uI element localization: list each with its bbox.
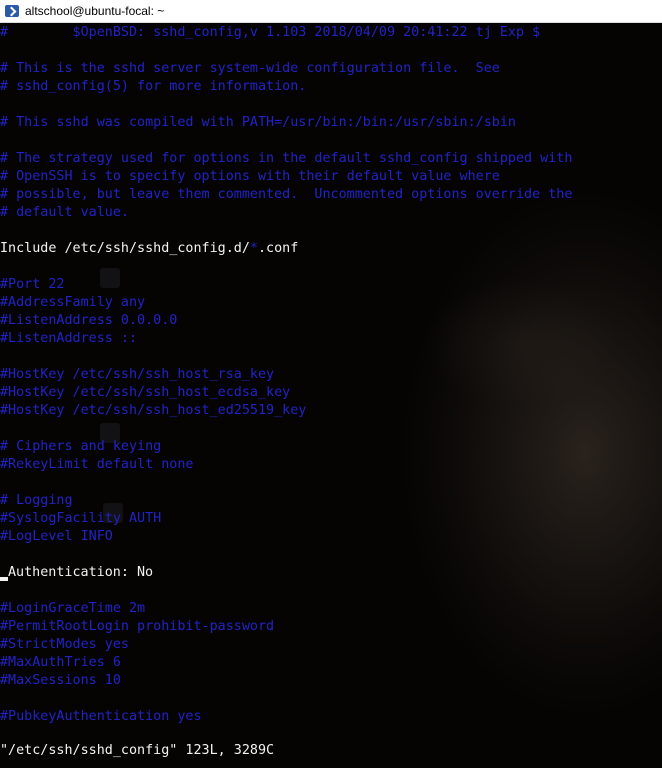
editor-line: #LoginGraceTime 2m xyxy=(0,601,146,616)
editor-line: #MaxSessions 10 xyxy=(0,673,121,688)
desktop-icon-ghost xyxy=(100,268,120,288)
status-line: "/etc/ssh/sshd_config" 123L, 3289C xyxy=(0,743,275,758)
window-title: altschool@ubuntu-focal: ~ xyxy=(25,4,165,18)
editor-line: #HostKey /etc/ssh/ssh_host_ed25519_key xyxy=(0,403,307,418)
editor-line: #SyslogFacility AUTH xyxy=(0,511,162,526)
editor-line: #MaxAuthTries 6 xyxy=(0,655,121,670)
text-cursor xyxy=(0,577,8,581)
editor-line: Authentication: No xyxy=(0,564,153,582)
editor-line: #LogLevel INFO xyxy=(0,529,113,544)
editor-line: # Logging xyxy=(0,493,73,508)
editor-line: # default value. xyxy=(0,205,129,220)
editor-line: # $OpenBSD: sshd_config,v 1.103 2018/04/… xyxy=(0,25,541,40)
editor-line: # This sshd was compiled with PATH=/usr/… xyxy=(0,115,516,130)
editor-line: #ListenAddress :: xyxy=(0,331,138,346)
terminal-area[interactable]: "/etc/ssh/sshd_config" 123L, 3289C # $Op… xyxy=(0,23,662,768)
editor-line: #StrictModes yes xyxy=(0,637,129,652)
editor-line: # The strategy used for options in the d… xyxy=(0,151,573,166)
editor-line: #ListenAddress 0.0.0.0 xyxy=(0,313,178,328)
window-titlebar[interactable]: altschool@ubuntu-focal: ~ xyxy=(0,0,662,23)
edited-line-text: Authentication: No xyxy=(8,565,154,580)
include-ext: .conf xyxy=(257,241,299,256)
editor-line: # possible, but leave them commented. Un… xyxy=(0,187,573,202)
editor-line: #HostKey /etc/ssh/ssh_host_rsa_key xyxy=(0,367,275,382)
editor-line: # This is the sshd server system-wide co… xyxy=(0,61,500,76)
editor-line: # OpenSSH is to specify options with the… xyxy=(0,169,500,184)
editor-line: #PubkeyAuthentication yes xyxy=(0,709,202,724)
editor-line: # sshd_config(5) for more information. xyxy=(0,79,307,94)
editor-line: #PermitRootLogin prohibit-password xyxy=(0,619,275,634)
editor-line: # Ciphers and keying xyxy=(0,439,162,454)
editor-line: #AddressFamily any xyxy=(0,295,146,310)
editor-line: #RekeyLimit default none xyxy=(0,457,194,472)
powershell-icon xyxy=(5,5,19,17)
editor-line: Include /etc/ssh/sshd_config.d/*.conf xyxy=(0,240,298,258)
editor-line: #Port 22 xyxy=(0,277,65,292)
include-path: Include /etc/ssh/sshd_config.d/ xyxy=(0,241,250,256)
editor-line: #HostKey /etc/ssh/ssh_host_ecdsa_key xyxy=(0,385,291,400)
glob-star: * xyxy=(249,241,258,256)
